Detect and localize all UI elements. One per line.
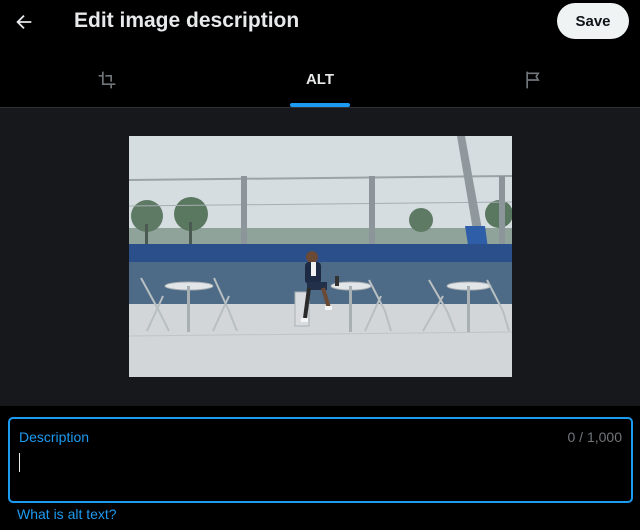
- crop-icon: [98, 71, 115, 88]
- tab-flag[interactable]: [427, 52, 640, 107]
- save-button[interactable]: Save: [557, 3, 629, 39]
- description-label: Description: [19, 429, 90, 445]
- character-counter: 0 / 1,000: [567, 429, 623, 445]
- description-input[interactable]: [18, 451, 623, 491]
- photo-image: [129, 136, 512, 377]
- description-field[interactable]: Description 0 / 1,000: [8, 417, 633, 503]
- active-tab-indicator: [289, 103, 350, 107]
- tab-alt[interactable]: ALT: [213, 52, 426, 107]
- page-title: Edit image description: [74, 9, 300, 32]
- text-caret: [19, 453, 20, 472]
- edit-tabs: ALT: [0, 52, 640, 108]
- back-button[interactable]: [6, 4, 42, 40]
- tab-alt-label: ALT: [305, 71, 335, 88]
- top-bar: Edit image description Save: [0, 0, 640, 44]
- flag-icon: [526, 71, 540, 88]
- tab-crop[interactable]: [0, 52, 213, 107]
- photo-preview: [129, 136, 512, 377]
- alt-text-help-link[interactable]: What is alt text?: [17, 506, 117, 522]
- arrow-left-icon: [16, 14, 32, 30]
- image-canvas: [0, 108, 640, 406]
